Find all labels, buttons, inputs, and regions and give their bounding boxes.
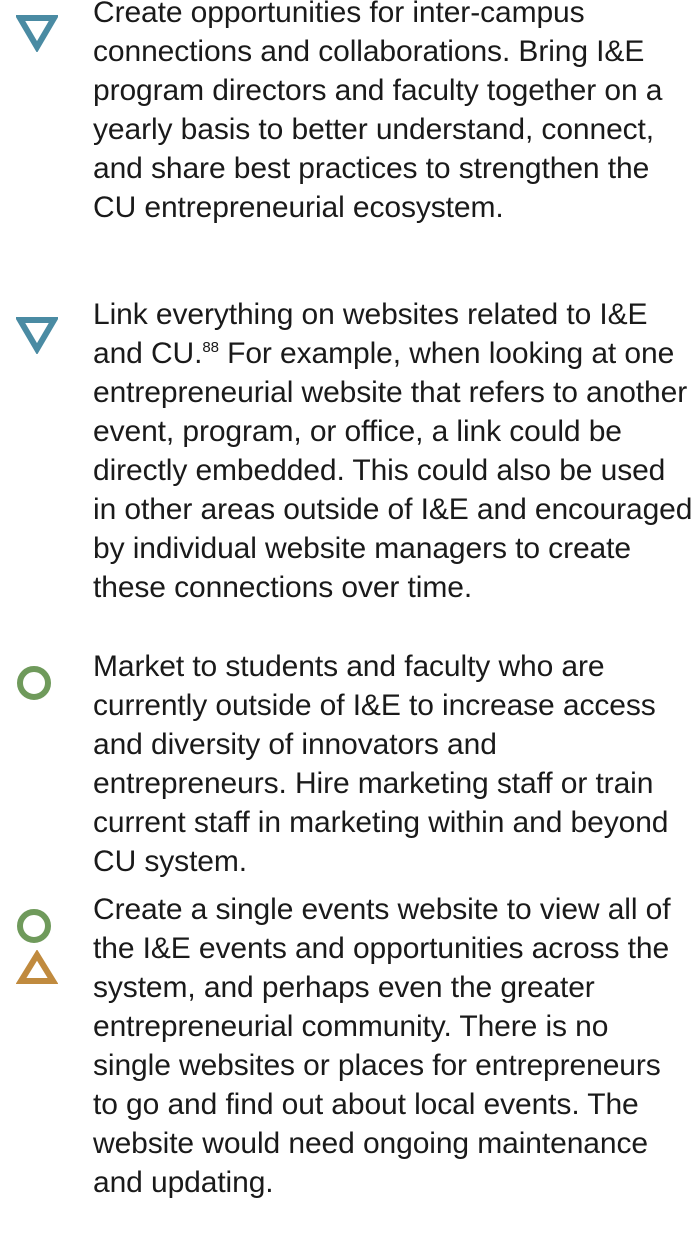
- item-text: Create a single events website to view a…: [93, 893, 671, 1199]
- item-text: Link everything on websites related to I…: [93, 295, 693, 607]
- item-text: Create opportunities for inter-campus co…: [93, 0, 663, 224]
- item-text-rest: For example, when looking at one entrepr…: [93, 337, 693, 604]
- triangle-up-icon: [16, 950, 58, 984]
- triangle-down-icon: [16, 15, 58, 52]
- item-icons: [16, 654, 66, 705]
- item-icons: [16, 302, 66, 354]
- item-icons: [16, 897, 66, 988]
- circle-icon: [17, 666, 51, 700]
- footnote-marker: 88: [202, 339, 219, 356]
- circle-icon: [17, 909, 51, 943]
- item-icons: [16, 0, 66, 52]
- item-text: Market to students and faculty who are c…: [93, 650, 669, 878]
- recommendation-list: Create opportunities for inter-campus co…: [0, 0, 700, 1258]
- triangle-down-icon: [16, 317, 58, 354]
